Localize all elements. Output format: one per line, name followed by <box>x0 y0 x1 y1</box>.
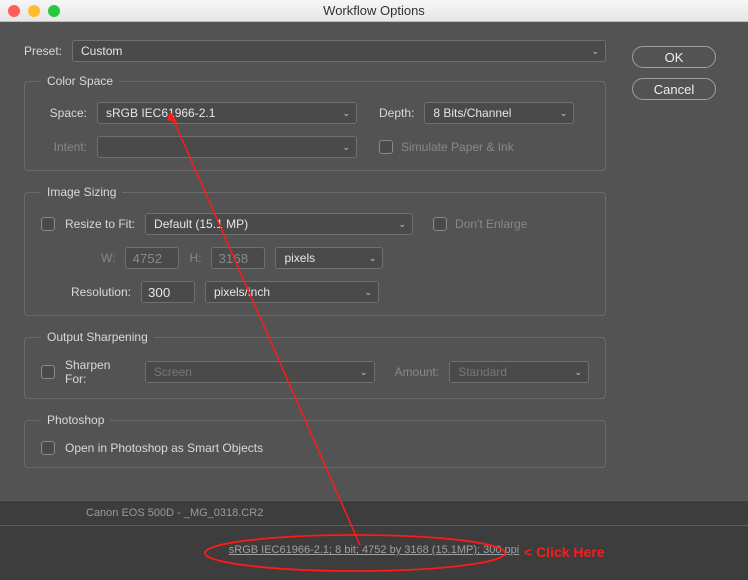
resolution-units-value: pixels/inch <box>214 285 270 299</box>
chevron-down-icon: ⌄ <box>591 46 599 57</box>
depth-value: 8 Bits/Channel <box>433 106 511 120</box>
preset-select[interactable]: Custom ⌄ <box>72 40 606 62</box>
traffic-lights <box>8 5 60 17</box>
depth-label: Depth: <box>379 106 414 120</box>
space-label: Space: <box>41 106 87 120</box>
w-label: W: <box>101 251 115 265</box>
resolution-input[interactable] <box>141 281 195 303</box>
colorspace-group: Color Space Space: sRGB IEC61966-2.1 ⌄ D… <box>24 74 606 171</box>
preset-value: Custom <box>81 44 122 58</box>
dont-enlarge-checkbox <box>433 217 447 231</box>
intent-label: Intent: <box>41 140 87 154</box>
close-icon[interactable] <box>8 5 20 17</box>
camera-info: Canon EOS 500D - _MG_0318.CR2 <box>0 501 748 525</box>
amount-label: Amount: <box>395 365 440 379</box>
window-title: Workflow Options <box>0 3 748 18</box>
photoshop-group: Photoshop Open in Photoshop as Smart Obj… <box>24 413 606 468</box>
minimize-icon[interactable] <box>28 5 40 17</box>
chevron-down-icon: ⌄ <box>364 287 372 298</box>
sharpen-label: Sharpen For: <box>65 358 135 386</box>
footer: Canon EOS 500D - _MG_0318.CR2 sRGB IEC61… <box>0 500 748 580</box>
h-label: H: <box>189 251 201 265</box>
resize-select[interactable]: Default (15.1 MP) ⌄ <box>145 213 413 235</box>
amount-select: Standard ⌄ <box>449 361 589 383</box>
chevron-down-icon: ⌄ <box>398 219 406 230</box>
ok-button[interactable]: OK <box>632 46 716 68</box>
sizing-legend: Image Sizing <box>41 185 122 199</box>
dont-enlarge-label: Don't Enlarge <box>455 217 527 231</box>
sharpen-group: Output Sharpening Sharpen For: Screen ⌄ … <box>24 330 606 399</box>
sharpen-legend: Output Sharpening <box>41 330 154 344</box>
dialog-body: Preset: Custom ⌄ Color Space Space: sRGB… <box>0 22 748 500</box>
space-value: sRGB IEC61966-2.1 <box>106 106 215 120</box>
colorspace-legend: Color Space <box>41 74 119 88</box>
space-select[interactable]: sRGB IEC61966-2.1 ⌄ <box>97 102 357 124</box>
smart-objects-label: Open in Photoshop as Smart Objects <box>65 441 263 455</box>
wh-units-value: pixels <box>284 251 315 265</box>
resize-value: Default (15.1 MP) <box>154 217 248 231</box>
annotation-text: < Click Here <box>524 544 605 560</box>
depth-select[interactable]: 8 Bits/Channel ⌄ <box>424 102 574 124</box>
sharpen-checkbox[interactable] <box>41 365 55 379</box>
smart-objects-checkbox[interactable] <box>41 441 55 455</box>
chevron-down-icon: ⌄ <box>342 142 350 153</box>
resolution-label: Resolution: <box>41 285 131 299</box>
chevron-down-icon: ⌄ <box>369 253 377 264</box>
wh-units-select[interactable]: pixels ⌄ <box>275 247 383 269</box>
chevron-down-icon: ⌄ <box>560 108 568 119</box>
resolution-units-select[interactable]: pixels/inch ⌄ <box>205 281 379 303</box>
height-input <box>211 247 265 269</box>
cancel-button[interactable]: Cancel <box>632 78 716 100</box>
title-bar: Workflow Options <box>0 0 748 22</box>
resize-checkbox[interactable] <box>41 217 55 231</box>
amount-value: Standard <box>458 365 507 379</box>
sharpen-select: Screen ⌄ <box>145 361 375 383</box>
zoom-icon[interactable] <box>48 5 60 17</box>
simulate-checkbox <box>379 140 393 154</box>
chevron-down-icon: ⌄ <box>342 108 350 119</box>
preset-label: Preset: <box>24 44 62 58</box>
intent-select: ⌄ <box>97 136 357 158</box>
width-input <box>125 247 179 269</box>
sharpen-value: Screen <box>154 365 192 379</box>
workflow-status-link[interactable]: sRGB IEC61966-2.1; 8 bit; 4752 by 3168 (… <box>229 544 519 557</box>
sizing-group: Image Sizing Resize to Fit: Default (15.… <box>24 185 606 316</box>
simulate-label: Simulate Paper & Ink <box>401 140 514 154</box>
resize-label: Resize to Fit: <box>65 217 135 231</box>
chevron-down-icon: ⌄ <box>360 367 368 378</box>
photoshop-legend: Photoshop <box>41 413 110 427</box>
chevron-down-icon: ⌄ <box>574 367 582 378</box>
